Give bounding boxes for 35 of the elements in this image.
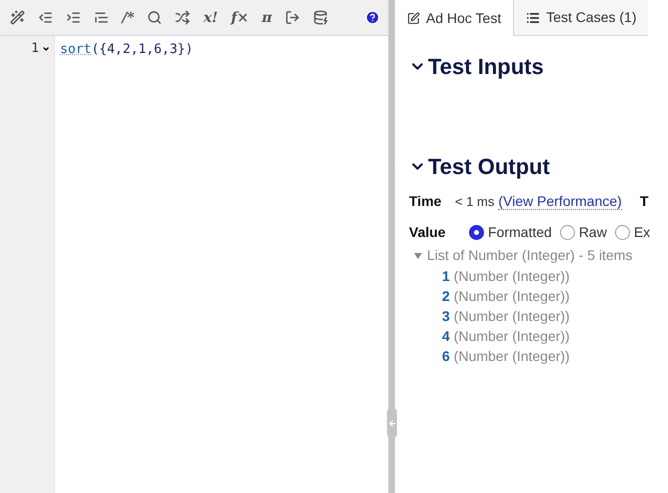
tab[interactable]: Test Cases (1) <box>513 0 648 36</box>
item-value: 3 <box>442 306 450 326</box>
item-type: (Number (Integer)) <box>454 286 570 306</box>
section-header[interactable]: Test Output <box>409 150 550 183</box>
view-performance-link[interactable]: (View Performance) <box>498 193 622 210</box>
item-type: (Number (Integer)) <box>454 346 570 366</box>
toolbar-button[interactable]: f× <box>228 8 251 27</box>
toolbar-button[interactable]: x! <box>201 8 220 27</box>
value-label: Value <box>409 223 447 242</box>
column-3-label: T <box>640 192 648 211</box>
item-value: 1 <box>442 266 450 286</box>
help-icon[interactable] <box>365 10 380 25</box>
code-line: sort({4,2,1,6,3}) <box>60 41 194 58</box>
format-radio[interactable]: Raw <box>560 222 607 243</box>
time-label: Time <box>409 192 442 211</box>
toolbar-button[interactable]: /* <box>120 8 136 27</box>
section-header[interactable]: Test Inputs <box>409 50 544 83</box>
line-number: 1 <box>31 40 39 58</box>
item-value: 6 <box>442 346 450 366</box>
triangle-icon <box>414 252 422 258</box>
item-value: 2 <box>442 286 450 306</box>
fold-icon[interactable] <box>42 45 50 53</box>
item-type: (Number (Integer)) <box>454 306 570 326</box>
wand-button[interactable] <box>8 8 27 27</box>
edit-icon <box>407 12 420 24</box>
format-radio[interactable]: Ex <box>614 222 650 243</box>
time-value: < 1 ms <box>455 192 494 211</box>
item-value: 4 <box>442 326 450 346</box>
format-radio[interactable]: Formatted <box>469 222 552 243</box>
shuffle-button[interactable] <box>173 8 192 27</box>
tree-node[interactable]: List of Number (Integer) - 5 items <box>414 245 632 266</box>
toolbar-button[interactable]: π <box>260 8 274 27</box>
list-icon <box>526 10 540 24</box>
item-type: (Number (Integer)) <box>454 326 570 346</box>
item-type: (Number (Integer)) <box>454 266 570 286</box>
